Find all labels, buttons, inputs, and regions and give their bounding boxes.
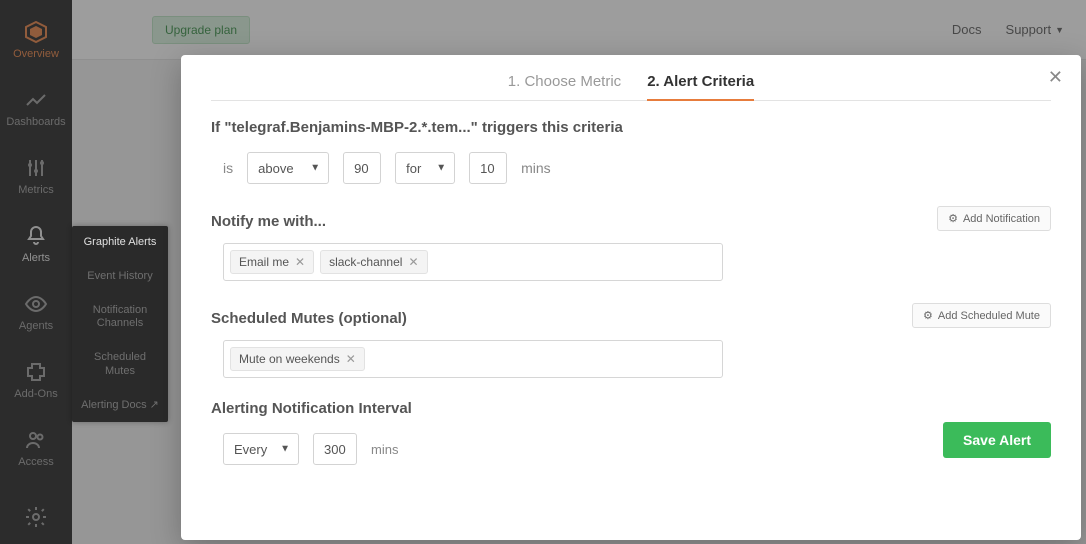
- interval-row: Every ▼ 300 mins: [223, 433, 1051, 465]
- notify-chip-email: Email me ✕: [230, 250, 314, 274]
- remove-chip-icon[interactable]: ✕: [295, 255, 305, 269]
- submenu-alerting-docs[interactable]: Alerting Docs ↗: [72, 389, 168, 423]
- add-scheduled-mute-button[interactable]: ⚙ Add Scheduled Mute: [912, 303, 1051, 328]
- duration-value: 10: [480, 161, 494, 176]
- tab-alert-criteria[interactable]: 2. Alert Criteria: [647, 73, 754, 90]
- threshold-input[interactable]: 90: [343, 152, 381, 184]
- mute-chip-weekends: Mute on weekends ✕: [230, 347, 365, 371]
- gear-icon: ⚙: [948, 212, 958, 225]
- alerts-submenu: Graphite Alerts Event History Notificati…: [72, 226, 168, 422]
- submenu-scheduled-mutes[interactable]: Scheduled Mutes: [72, 341, 168, 389]
- chevron-down-icon: ▼: [436, 163, 446, 174]
- interval-heading: Alerting Notification Interval: [211, 400, 1051, 417]
- criteria-row: is above ▼ 90 for ▼ 10 mins: [223, 152, 1051, 184]
- threshold-value: 90: [354, 161, 368, 176]
- gear-icon: ⚙: [923, 309, 933, 322]
- add-mute-label: Add Scheduled Mute: [938, 310, 1040, 322]
- chip-label: Mute on weekends: [239, 352, 340, 366]
- notify-chip-well[interactable]: Email me ✕ slack-channel ✕: [223, 243, 723, 281]
- trigger-heading: If "telegraf.Benjamins-MBP-2.*.tem..." t…: [211, 119, 1051, 136]
- chip-label: Email me: [239, 255, 289, 269]
- interval-value-input[interactable]: 300: [313, 433, 357, 465]
- comparator-select[interactable]: above ▼: [247, 152, 329, 184]
- interval-value: 300: [324, 442, 346, 457]
- remove-chip-icon[interactable]: ✕: [408, 255, 418, 269]
- chip-label: slack-channel: [329, 255, 402, 269]
- modal-tabs: 1. Choose Metric 2. Alert Criteria: [211, 73, 1051, 101]
- notify-chip-slack: slack-channel ✕: [320, 250, 427, 274]
- alert-modal: ✕ 1. Choose Metric 2. Alert Criteria If …: [181, 55, 1081, 540]
- chevron-down-icon: ▼: [280, 444, 290, 455]
- is-label: is: [223, 160, 233, 176]
- mutes-chip-well[interactable]: Mute on weekends ✕: [223, 340, 723, 378]
- save-alert-button[interactable]: Save Alert: [943, 422, 1051, 458]
- comparator-value: above: [258, 161, 293, 176]
- for-label: for: [406, 161, 421, 176]
- remove-chip-icon[interactable]: ✕: [346, 352, 356, 366]
- for-select[interactable]: for ▼: [395, 152, 455, 184]
- duration-unit: mins: [521, 160, 551, 176]
- close-icon[interactable]: ✕: [1048, 67, 1063, 88]
- submenu-notification-channels[interactable]: Notification Channels: [72, 294, 168, 342]
- mutes-heading: Scheduled Mutes (optional): [211, 310, 407, 327]
- add-notification-label: Add Notification: [963, 213, 1040, 225]
- submenu-event-history[interactable]: Event History: [72, 260, 168, 294]
- submenu-graphite-alerts[interactable]: Graphite Alerts: [72, 226, 168, 260]
- interval-mode-select[interactable]: Every ▼: [223, 433, 299, 465]
- notify-heading: Notify me with...: [211, 213, 326, 230]
- add-notification-button[interactable]: ⚙ Add Notification: [937, 206, 1051, 231]
- interval-unit: mins: [371, 442, 398, 457]
- chevron-down-icon: ▼: [310, 163, 320, 174]
- duration-input[interactable]: 10: [469, 152, 507, 184]
- tab-choose-metric[interactable]: 1. Choose Metric: [508, 73, 621, 90]
- interval-mode-value: Every: [234, 442, 267, 457]
